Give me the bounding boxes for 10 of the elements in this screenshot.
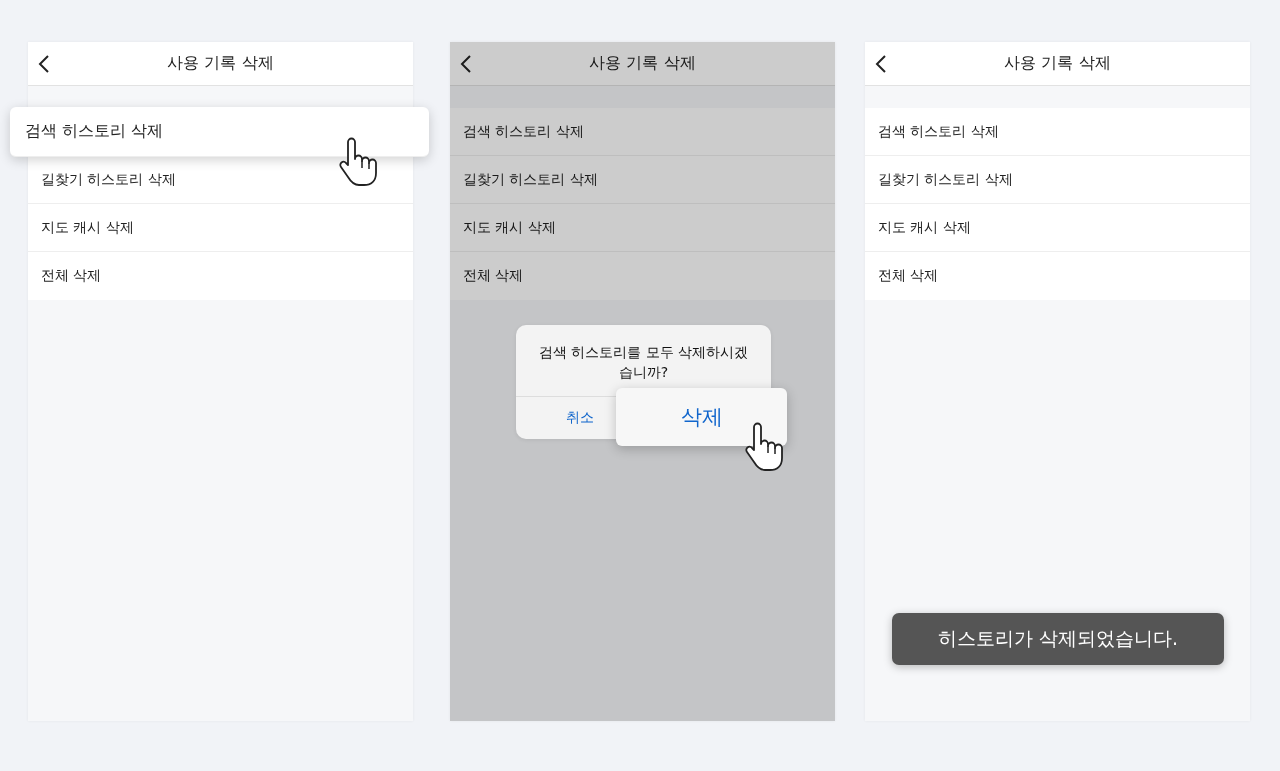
screen-title: 사용 기록 삭제: [1004, 53, 1111, 74]
toast-message: 히스토리가 삭제되었습니다.: [892, 613, 1224, 665]
screen-title: 사용 기록 삭제: [167, 53, 274, 74]
back-icon[interactable]: [875, 54, 887, 74]
back-icon[interactable]: [38, 54, 50, 74]
hand-pointer-icon: [336, 137, 380, 187]
back-icon[interactable]: [460, 54, 472, 74]
hand-pointer-icon: [742, 422, 786, 472]
screen-title: 사용 기록 삭제: [589, 53, 696, 74]
dialog-message: 검색 히스토리를 모두 삭제하시겠습니까?: [537, 343, 750, 382]
